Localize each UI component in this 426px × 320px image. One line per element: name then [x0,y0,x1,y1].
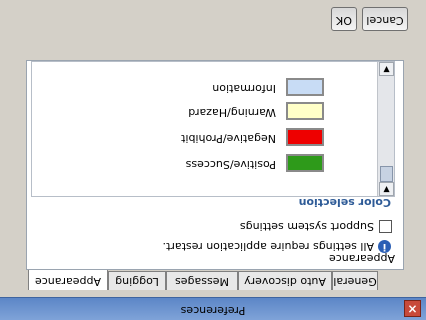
close-icon[interactable]: × [404,300,421,317]
color-swatch[interactable] [286,154,324,172]
cancel-button[interactable]: Cancel [362,7,408,31]
color-swatch[interactable] [286,128,324,146]
scrollbar-thumb[interactable] [380,166,393,182]
color-label: Negative/Prohibit [181,132,276,145]
info-icon: i [378,240,391,253]
color-swatch[interactable] [286,78,324,96]
color-selection-label: Color selection [298,196,391,209]
section-label: Appearance [326,252,397,265]
color-label: Information [212,82,276,95]
color-list: ▼ ▼ Positive/Success Negative/Prohibit W… [31,61,395,197]
tab-general[interactable]: General [332,271,378,290]
color-row: Information [31,76,324,98]
tab-appearance[interactable]: Appearance [28,269,108,290]
tab-messages[interactable]: Messages [166,271,238,290]
ok-button[interactable]: OK [331,7,357,31]
color-swatch[interactable] [286,102,324,120]
tab-logging[interactable]: Logging [108,271,166,290]
appearance-panel: Appearance i All settings require applic… [26,60,404,270]
color-row: Negative/Prohibit [31,126,324,148]
window-title: Preferences [180,304,246,317]
color-row: Warning/Hazard [31,100,324,122]
color-label: Warning/Hazard [188,106,276,119]
system-settings-label: Support system settings [239,220,374,233]
system-settings-checkbox[interactable] [379,220,392,233]
info-text: All settings require application restart… [162,240,374,253]
tab-strip: General Auto discovery Messages Logging … [18,269,378,290]
tab-auto-discovery[interactable]: Auto discovery [238,271,332,290]
preferences-dialog: Preferences × General Auto discovery Mes… [0,0,426,320]
color-row: Positive/Success [31,152,324,174]
scrollbar[interactable]: ▼ ▼ [377,62,394,196]
color-label: Positive/Success [185,158,276,171]
arrow-down-icon[interactable]: ▼ [379,182,394,196]
arrow-up-icon[interactable]: ▼ [379,62,394,76]
title-bar: Preferences × [0,297,426,320]
